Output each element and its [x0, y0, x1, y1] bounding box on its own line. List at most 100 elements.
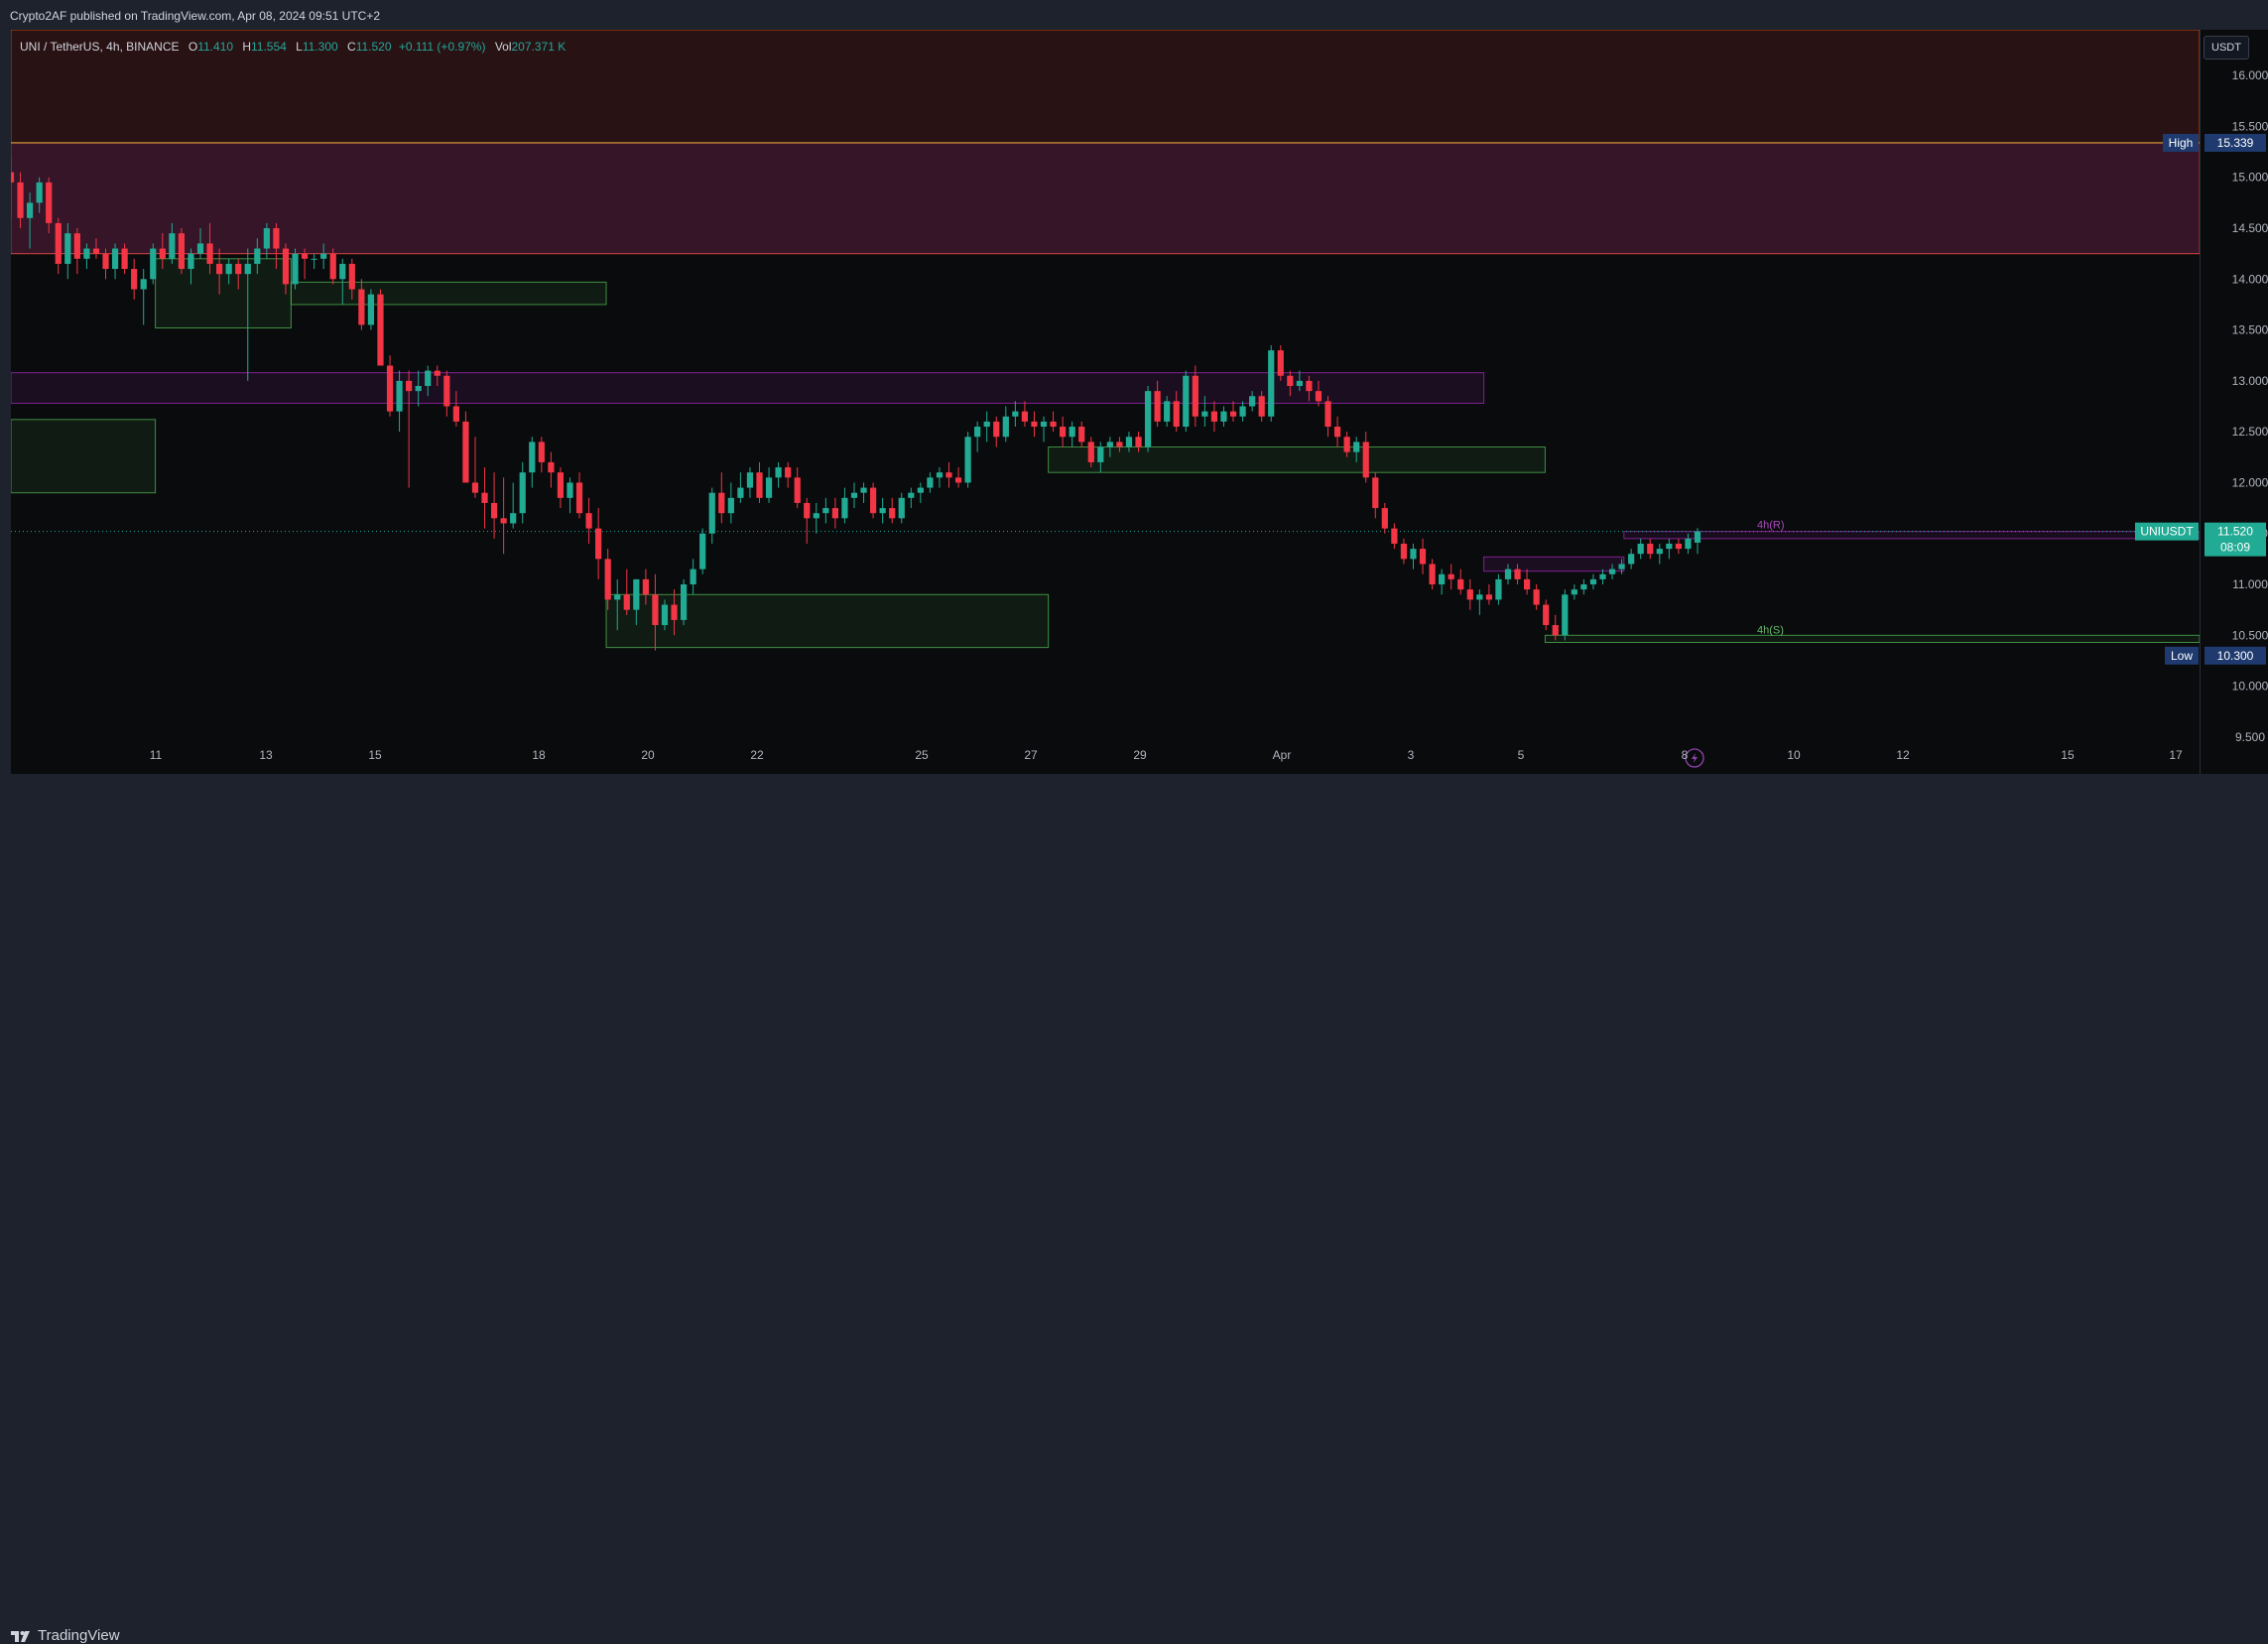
- candle-body: [927, 477, 934, 488]
- symbol-price-tag: UNIUSDT: [2140, 525, 2194, 539]
- price-axis[interactable]: 16.000 15.500 15.000 14.500 14.000 13.500 13.0…: [2200, 30, 2268, 774]
- candle-body: [604, 559, 611, 600]
- candlestick-chart[interactable]: 4h(R) 4h(S) 11 13 15 18 20 22 25 27 29 Apr 3 5 8 10 12 15…: [7, 29, 2201, 774]
- candle-body: [1429, 564, 1436, 585]
- candle-body: [1021, 411, 1029, 422]
- time-tick-label: 27: [1024, 748, 1038, 762]
- candle-body: [83, 248, 90, 259]
- candle-body: [1372, 477, 1379, 509]
- candle-body: [1135, 437, 1142, 447]
- candle-body: [993, 421, 1000, 438]
- candle-body: [434, 370, 441, 376]
- candle-body: [1400, 543, 1408, 560]
- candle-body: [1580, 584, 1587, 590]
- candle-body: [756, 472, 763, 498]
- candle-body: [1362, 442, 1369, 478]
- candle-body: [1675, 543, 1683, 550]
- price-tick-label: 15.000: [2232, 171, 2268, 185]
- candle-body: [102, 253, 109, 270]
- candle-body: [1618, 564, 1625, 569]
- price-tick-label: 9.500: [2235, 730, 2265, 744]
- price-axis-scale: 16.000 15.500 15.000 14.500 14.000 13.500 13.0…: [2205, 68, 2268, 744]
- candle-body: [443, 375, 450, 407]
- open-label: O: [188, 40, 198, 54]
- candle-body: [1173, 401, 1180, 428]
- currency-button[interactable]: USDT: [2204, 36, 2249, 60]
- candle-body: [623, 594, 630, 610]
- candle-body: [1315, 391, 1323, 402]
- candle-body: [55, 222, 62, 264]
- candle-body: [1220, 411, 1227, 422]
- open-value: 11.410: [197, 40, 233, 54]
- candle-body: [196, 243, 204, 254]
- candle-body: [500, 518, 507, 524]
- price-tick-label: 15.500: [2232, 119, 2268, 133]
- chart-area[interactable]: 4h(R) 4h(S) 11 13 15 18 20 22 25 27 29 Apr 3 5 8 10 12 15…: [7, 29, 2201, 774]
- price-tick-label: 12.000: [2232, 475, 2268, 489]
- candle-body: [954, 477, 962, 483]
- close-value: 11.520: [355, 40, 392, 54]
- candle-body: [1144, 391, 1152, 447]
- candle-body: [1069, 427, 1075, 438]
- candle-body: [974, 427, 981, 438]
- symbol-label: UNI / TetherUS, 4h, BINANCE: [20, 40, 180, 54]
- candle-body: [1637, 543, 1644, 555]
- candle-body: [1183, 375, 1190, 428]
- candle-body: [188, 253, 194, 270]
- candle-body: [850, 492, 858, 498]
- time-tick-label: 17: [2169, 748, 2183, 762]
- candle-body: [140, 279, 147, 290]
- time-tick-label: 12: [1896, 748, 1910, 762]
- last-price-tag: 11.520: [2217, 525, 2253, 539]
- candle-body: [1258, 396, 1265, 417]
- resistance-4h-label: 4h(R): [1757, 520, 1785, 532]
- zone-4h_resistance-8: [1623, 531, 2201, 540]
- zone-demand-6: [1048, 446, 1546, 473]
- candle-body: [538, 442, 545, 462]
- candle-body: [917, 487, 924, 493]
- candle-body: [471, 482, 479, 493]
- candle-body: [1628, 554, 1635, 565]
- candle-body: [301, 253, 309, 259]
- time-tick-label: 11: [150, 748, 163, 762]
- price-tick-label: 10.500: [2232, 628, 2268, 642]
- candle-body: [680, 584, 688, 620]
- candle-body: [1514, 569, 1521, 579]
- candle-body: [1647, 543, 1654, 555]
- candle-body: [216, 263, 223, 275]
- candle-body: [690, 569, 696, 585]
- tradingview-logo[interactable]: TradingView: [10, 1627, 120, 1644]
- price-tick-label: 12.500: [2232, 425, 2268, 439]
- candle-body: [879, 508, 886, 514]
- candle-body: [1656, 549, 1663, 555]
- candle-body: [1192, 375, 1198, 417]
- candle-body: [1012, 411, 1019, 417]
- candle-body: [1457, 578, 1464, 590]
- low-price-tag: 10.300: [2217, 649, 2254, 663]
- candle-body: [121, 248, 128, 270]
- candle-body: [159, 248, 166, 259]
- candle-body: [1391, 528, 1398, 544]
- candle-body: [396, 380, 403, 412]
- candle-body: [462, 421, 469, 483]
- candle-body: [1050, 421, 1057, 428]
- candle-body: [425, 370, 432, 386]
- candle-body: [169, 233, 176, 259]
- candle-body: [348, 263, 355, 290]
- candle-body: [1154, 391, 1161, 422]
- candle-body: [727, 497, 734, 514]
- zone-upper-band: [11, 142, 2200, 254]
- candle-body: [1125, 437, 1133, 447]
- time-tick-label: 20: [641, 748, 655, 762]
- candle-body: [529, 442, 536, 473]
- candle-body: [804, 502, 811, 519]
- time-tick-label: 15: [368, 748, 382, 762]
- candle-body: [1239, 406, 1246, 417]
- candle-body: [1685, 538, 1692, 550]
- candle-body: [1485, 594, 1492, 600]
- time-tick-label: 15: [2061, 748, 2075, 762]
- candle-body: [26, 202, 34, 218]
- candle-body: [794, 477, 801, 503]
- candle-body: [311, 258, 317, 260]
- candle-body: [273, 228, 280, 249]
